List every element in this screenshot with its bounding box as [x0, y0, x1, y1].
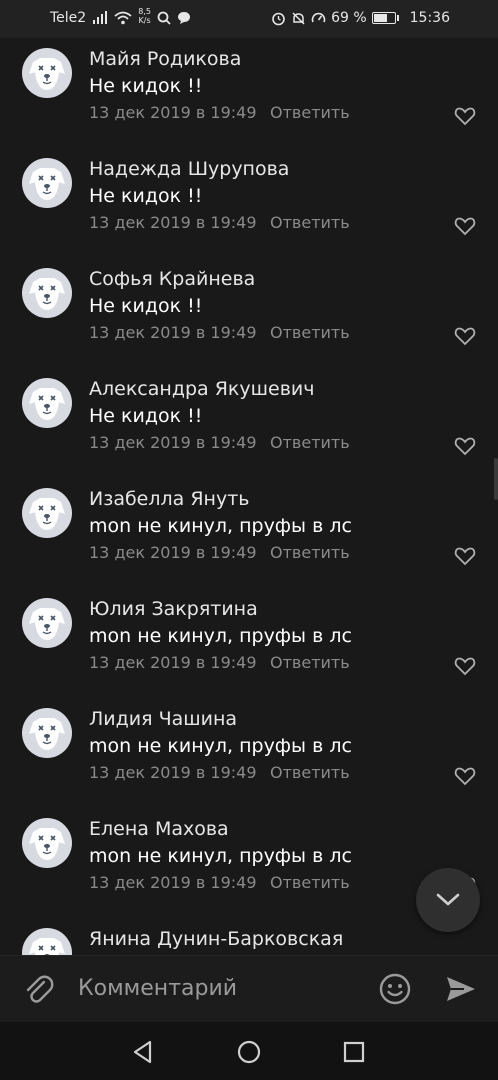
comment-item[interactable]: Янина Дунин-Барковская — [0, 918, 498, 955]
comment-text: Не кидок !! — [89, 405, 203, 427]
comment-item[interactable]: Лидия Чашина mon не кинул, пруфы в лс 13… — [0, 698, 498, 808]
comment-date: 13 дек 2019 в 19:49 — [89, 103, 257, 122]
battery-percent: 69 % — [331, 10, 367, 26]
reply-button[interactable]: Ответить — [270, 653, 350, 672]
avatar[interactable] — [22, 818, 72, 868]
deactivated-dog-avatar-icon — [29, 498, 65, 530]
carrier-label: Tele2 — [50, 10, 87, 26]
avatar[interactable] — [22, 378, 72, 428]
heart-outline-icon[interactable] — [454, 546, 476, 566]
heart-outline-icon[interactable] — [454, 106, 476, 126]
comment-composer — [0, 955, 498, 1022]
comment-author[interactable]: Софья Крайнева — [89, 268, 255, 290]
system-nav-bar — [0, 1022, 498, 1080]
comment-text: Не кидок !! — [89, 185, 203, 207]
comment-text: mon не кинул, пруфы в лс — [89, 845, 352, 867]
wifi-icon — [114, 11, 132, 25]
deactivated-dog-avatar-icon — [29, 58, 65, 90]
home-circle-icon[interactable] — [236, 1039, 262, 1065]
comments-feed[interactable]: Майя Родикова Не кидок !! 13 дек 2019 в … — [0, 38, 498, 955]
comment-item[interactable]: Изабелла Януть mon не кинул, пруфы в лс … — [0, 478, 498, 588]
reply-button[interactable]: Ответить — [270, 543, 350, 562]
speed-value: 8,5 — [138, 7, 151, 16]
heart-outline-icon[interactable] — [454, 656, 476, 676]
comment-author[interactable]: Александра Якушевич — [89, 378, 314, 400]
reply-button[interactable]: Ответить — [270, 433, 350, 452]
battery-level — [373, 14, 387, 22]
chat-bubble-icon — [177, 12, 190, 24]
comment-item[interactable]: Майя Родикова Не кидок !! 13 дек 2019 в … — [0, 38, 498, 148]
comment-input[interactable] — [78, 970, 358, 1006]
comment-author[interactable]: Надежда Шурупова — [89, 158, 289, 180]
back-triangle-icon[interactable] — [130, 1039, 156, 1065]
avatar[interactable] — [22, 158, 72, 208]
comment-date: 13 дек 2019 в 19:49 — [89, 653, 257, 672]
comment-date: 13 дек 2019 в 19:49 — [89, 323, 257, 342]
comment-date: 13 дек 2019 в 19:49 — [89, 873, 257, 892]
comment-item[interactable]: Надежда Шурупова Не кидок !! 13 дек 2019… — [0, 148, 498, 258]
avatar[interactable] — [22, 48, 72, 98]
signal-icon — [93, 11, 108, 24]
paperclip-icon[interactable] — [22, 973, 54, 1005]
recents-square-icon[interactable] — [341, 1039, 367, 1065]
comment-item[interactable]: Александра Якушевич Не кидок !! 13 дек 2… — [0, 368, 498, 478]
send-arrow-icon[interactable] — [444, 972, 478, 1006]
comment-author[interactable]: Елена Махова — [89, 818, 229, 840]
avatar[interactable] — [22, 598, 72, 648]
comment-text: mon не кинул, пруфы в лс — [89, 625, 352, 647]
deactivated-dog-avatar-icon — [29, 718, 65, 750]
comment-author[interactable]: Янина Дунин-Барковская — [89, 928, 343, 950]
speed-unit: K/s — [138, 16, 151, 25]
comment-text: Не кидок !! — [89, 295, 203, 317]
avatar[interactable] — [22, 708, 72, 758]
data-saver-icon — [311, 12, 326, 22]
comment-text: mon не кинул, пруфы в лс — [89, 735, 352, 757]
scrollbar[interactable] — [494, 458, 498, 500]
avatar[interactable] — [22, 268, 72, 318]
comment-date: 13 дек 2019 в 19:49 — [89, 433, 257, 452]
deactivated-dog-avatar-icon — [29, 168, 65, 200]
comment-text: Не кидок !! — [89, 75, 203, 97]
comment-author[interactable]: Юлия Закрятина — [89, 598, 258, 620]
reply-button[interactable]: Ответить — [270, 763, 350, 782]
chevron-down-icon — [436, 893, 460, 906]
network-speed: 8,5 K/s — [138, 7, 151, 25]
scroll-down-button[interactable] — [416, 868, 480, 932]
status-left: Tele2 8,5 K/s — [50, 7, 191, 26]
comment-date: 13 дек 2019 в 19:49 — [89, 763, 257, 782]
reply-button[interactable]: Ответить — [270, 323, 350, 342]
comment-item[interactable]: Юлия Закрятина mon не кинул, пруфы в лс … — [0, 588, 498, 698]
reply-button[interactable]: Ответить — [270, 873, 350, 892]
deactivated-dog-avatar-icon — [29, 938, 65, 955]
status-bar: Tele2 8,5 K/s 69 % 15:36 — [0, 0, 498, 38]
heart-outline-icon[interactable] — [454, 216, 476, 236]
deactivated-dog-avatar-icon — [29, 388, 65, 420]
clock: 15:36 — [409, 10, 450, 26]
search-icon — [157, 11, 171, 25]
deactivated-dog-avatar-icon — [29, 278, 65, 310]
reply-button[interactable]: Ответить — [270, 213, 350, 232]
mute-bell-icon — [292, 11, 305, 25]
heart-outline-icon[interactable] — [454, 766, 476, 786]
heart-outline-icon[interactable] — [454, 326, 476, 346]
comment-author[interactable]: Лидия Чашина — [89, 708, 237, 730]
avatar[interactable] — [22, 928, 72, 955]
comment-date: 13 дек 2019 в 19:49 — [89, 543, 257, 562]
avatar[interactable] — [22, 488, 72, 538]
comment-author[interactable]: Майя Родикова — [89, 48, 241, 70]
deactivated-dog-avatar-icon — [29, 608, 65, 640]
status-right: 69 % 15:36 — [271, 10, 450, 26]
comment-author[interactable]: Изабелла Януть — [89, 488, 249, 510]
comment-text: mon не кинул, пруфы в лс — [89, 515, 352, 537]
battery-tip — [396, 15, 399, 21]
alarm-icon — [272, 12, 285, 25]
deactivated-dog-avatar-icon — [29, 828, 65, 860]
heart-outline-icon[interactable] — [454, 436, 476, 456]
comment-date: 13 дек 2019 в 19:49 — [89, 213, 257, 232]
battery-icon — [371, 12, 396, 24]
reply-button[interactable]: Ответить — [270, 103, 350, 122]
smiley-icon[interactable] — [378, 972, 412, 1006]
comment-item[interactable]: Софья Крайнева Не кидок !! 13 дек 2019 в… — [0, 258, 498, 368]
